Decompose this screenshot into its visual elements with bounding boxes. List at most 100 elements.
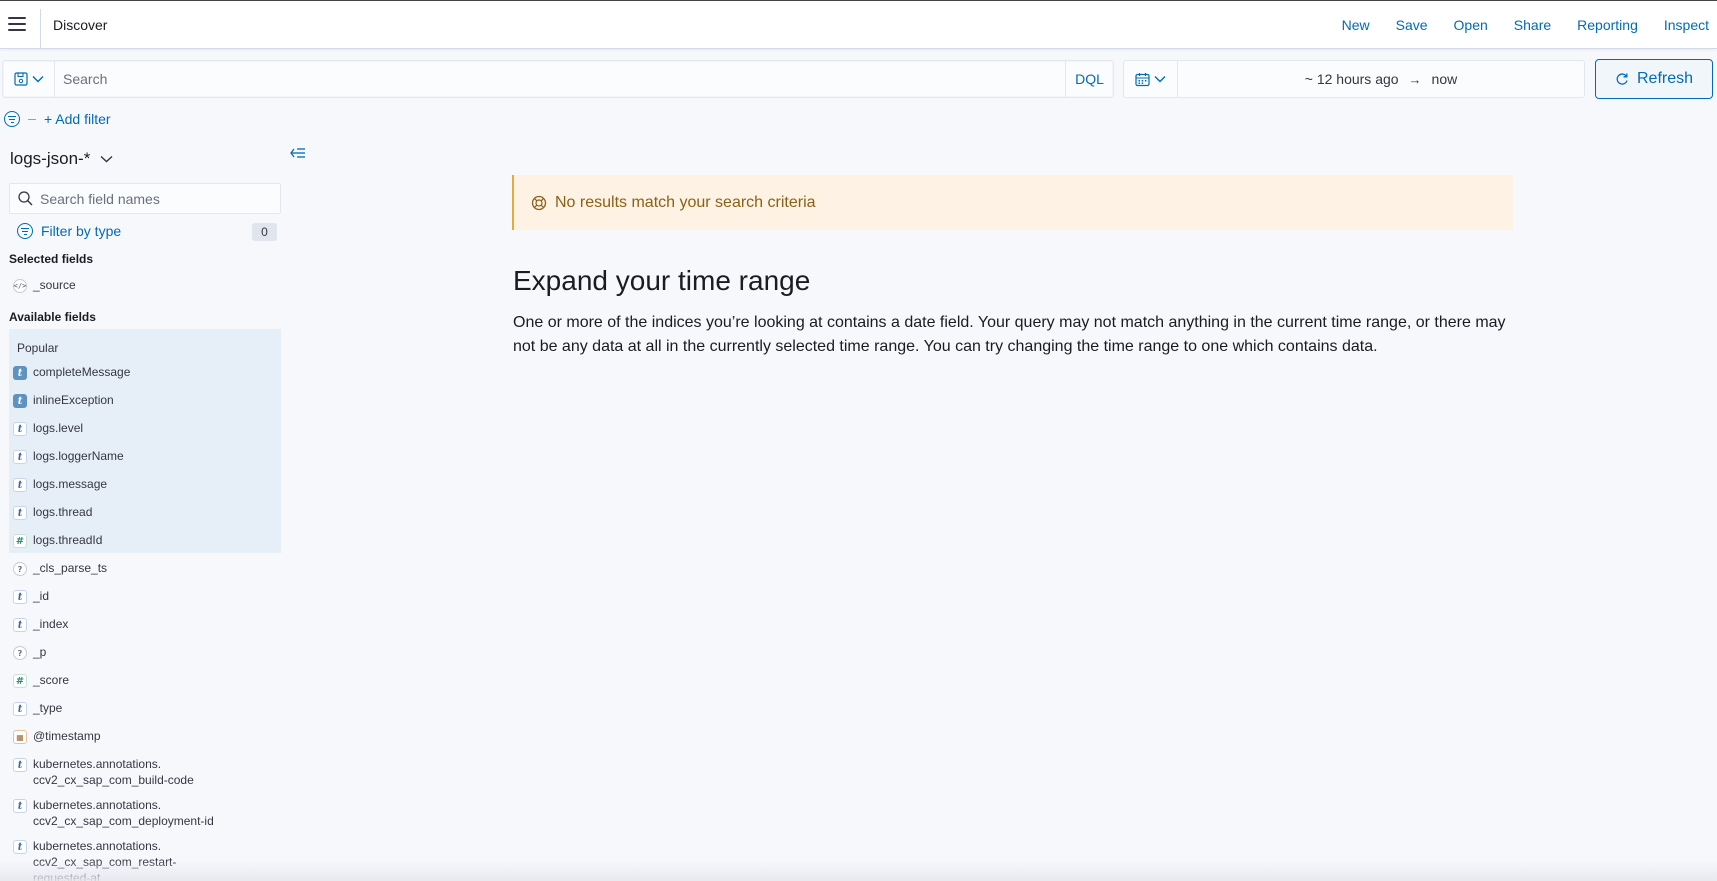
field-item[interactable]: # _score [13, 672, 69, 692]
unknown-field-icon: ? [13, 646, 27, 660]
field-item[interactable]: # logs.threadId [13, 532, 102, 552]
field-name: kubernetes.annotations. ccv2_cx_sap_com_… [33, 757, 194, 787]
index-pattern-selector[interactable]: logs-json-* [10, 149, 113, 169]
type-count-badge: 0 [252, 223, 277, 241]
string-field-icon: t [13, 799, 27, 813]
field-name: _id [33, 589, 50, 603]
number-field-icon: # [13, 534, 27, 548]
query-language-button[interactable]: DQL [1065, 61, 1113, 97]
unknown-field-icon: ? [13, 562, 27, 576]
field-name: logs.threadId [33, 533, 103, 547]
add-filter-button[interactable]: + Add filter [44, 111, 111, 127]
field-sidebar: logs-json-* Filter by type 0 Selected fi… [0, 140, 290, 881]
header-divider [40, 9, 41, 49]
field-name: kubernetes.annotations. ccv2_cx_sap_com_… [33, 839, 177, 881]
field-name: _index [33, 617, 69, 631]
nav-reporting[interactable]: Reporting [1577, 17, 1638, 33]
field-item[interactable]: t logs.thread [13, 504, 92, 524]
string-field-icon: t [13, 758, 27, 772]
field-item[interactable]: t kubernetes.annotations. ccv2_cx_sap_com… [13, 797, 214, 828]
string-field-icon: t [13, 422, 27, 436]
search-input[interactable] [63, 61, 1043, 97]
field-item[interactable]: t kubernetes.annotations. ccv2_cx_sap_com… [13, 838, 176, 881]
field-item[interactable]: t logs.loggerName [13, 448, 124, 468]
query-bar: DQL [2, 60, 1114, 98]
field-item[interactable]: t completeMessage [13, 364, 130, 384]
string-field-icon: t [13, 590, 27, 604]
filter-row: + Add filter [4, 110, 111, 128]
date-range: ~ 12 hours ago → now [1178, 61, 1584, 97]
filter-by-type-label: Filter by type [41, 223, 122, 239]
field-item[interactable]: ? _p [13, 644, 46, 664]
field-item[interactable]: t _index [13, 616, 68, 636]
string-field-icon: t [13, 366, 27, 380]
field-item[interactable]: t inlineException [13, 392, 114, 412]
chevron-down-icon [32, 76, 43, 83]
string-field-icon: t [13, 394, 27, 408]
field-name: @timestamp [33, 729, 101, 743]
field-name: logs.level [33, 421, 84, 435]
save-icon [13, 72, 28, 86]
field-item[interactable]: t _id [13, 588, 49, 608]
calendar-icon [1135, 72, 1150, 86]
source-field-icon: </> [13, 279, 27, 293]
field-search-input[interactable] [40, 184, 276, 213]
field-item[interactable]: t kubernetes.annotations. ccv2_cx_sap_com… [13, 756, 194, 787]
field-name: _score [33, 673, 70, 687]
top-nav: New Save Open Share Reporting Inspect [1316, 17, 1709, 33]
help-icon [531, 195, 547, 210]
field-name: _type [33, 701, 63, 715]
field-name: _cls_parse_ts [33, 561, 108, 575]
string-field-icon: t [13, 702, 27, 716]
string-field-icon: t [13, 450, 27, 464]
date-end[interactable]: now [1432, 71, 1458, 87]
field-name: logs.loggerName [33, 449, 124, 463]
popular-label: Popular [17, 341, 59, 355]
date-field-icon: ▦ [13, 730, 27, 744]
string-field-icon: t [13, 506, 27, 520]
quick-select-button[interactable] [1124, 61, 1178, 97]
field-name: _p [33, 645, 47, 659]
field-name: logs.thread [33, 505, 93, 519]
date-picker: ~ 12 hours ago → now [1123, 60, 1585, 98]
filter-by-type-button[interactable]: Filter by type [17, 223, 121, 239]
chevron-down-icon [100, 155, 113, 163]
filter-menu-icon[interactable] [4, 111, 20, 127]
refresh-button[interactable]: Refresh [1595, 59, 1713, 99]
nav-save[interactable]: Save [1396, 17, 1428, 33]
collapse-sidebar-icon[interactable] [289, 145, 307, 161]
field-name: completeMessage [33, 365, 131, 379]
saved-query-button[interactable] [3, 61, 55, 97]
available-fields-title: Available fields [9, 310, 96, 324]
nav-new[interactable]: New [1342, 17, 1370, 33]
field-name: _source [33, 278, 76, 292]
field-item[interactable]: ? _cls_parse_ts [13, 560, 107, 580]
field-item[interactable]: t logs.level [13, 420, 83, 440]
no-results-callout: No results match your search criteria [512, 175, 1513, 230]
callout-text: No results match your search criteria [555, 193, 816, 211]
page-body: One or more of the indices you’re lookin… [513, 314, 1506, 355]
number-field-icon: # [13, 674, 27, 688]
date-start[interactable]: ~ 12 hours ago [1305, 71, 1399, 87]
filter-icon [17, 223, 33, 239]
field-search [9, 183, 281, 214]
arrow-right-icon: → [1408, 71, 1422, 87]
field-item[interactable]: </> _source [13, 277, 76, 297]
nav-inspect[interactable]: Inspect [1664, 17, 1709, 33]
selected-fields-title: Selected fields [9, 252, 94, 266]
field-name: inlineException [33, 393, 114, 407]
field-name: kubernetes.annotations. ccv2_cx_sap_com_… [33, 798, 214, 828]
menu-icon[interactable] [6, 13, 28, 35]
index-pattern-label: logs-json-* [10, 149, 91, 168]
string-field-icon: t [13, 618, 27, 632]
field-item[interactable]: ▦ @timestamp [13, 728, 101, 748]
chevron-down-icon [1154, 76, 1166, 83]
nav-open[interactable]: Open [1454, 17, 1488, 33]
string-field-icon: t [13, 840, 27, 854]
field-item[interactable]: t _type [13, 700, 62, 720]
refresh-label: Refresh [1636, 70, 1694, 87]
nav-share[interactable]: Share [1514, 17, 1551, 33]
app-title: Discover [53, 17, 108, 33]
filter-divider [28, 118, 36, 120]
field-item[interactable]: t logs.message [13, 476, 107, 496]
